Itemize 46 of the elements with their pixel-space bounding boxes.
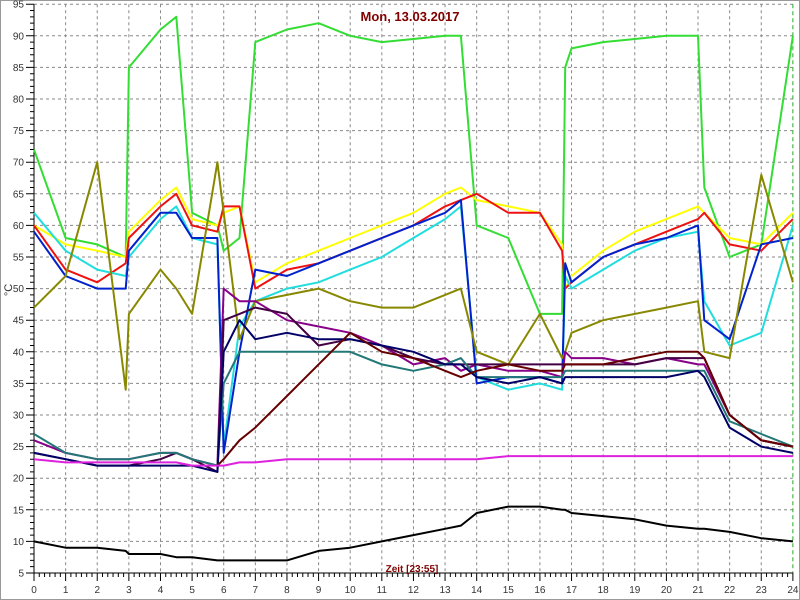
x-tick-label: 4	[158, 585, 164, 596]
y-tick-label: 90	[12, 31, 24, 42]
y-tick-label: 20	[12, 474, 24, 485]
x-tick-label: 19	[629, 585, 640, 596]
x-tick-label: 10	[344, 585, 356, 596]
x-tick-label: 15	[502, 585, 514, 596]
x-tick-label: 24	[787, 585, 798, 596]
y-tick-label: 40	[12, 347, 24, 358]
y-tick-label: 95	[12, 0, 24, 11]
y-tick-label: 60	[12, 220, 24, 232]
x-tick-label: 13	[440, 585, 451, 596]
x-axis-label: Zeit [23:55]	[386, 564, 438, 575]
y-tick-label: 5	[18, 568, 24, 580]
x-tick-label: 18	[598, 585, 609, 596]
y-tick-label: 50	[12, 284, 24, 296]
x-tick-label: 6	[220, 585, 226, 596]
x-tick-label: 3	[126, 585, 132, 596]
x-tick-label: 20	[660, 585, 672, 596]
x-tick-label: 12	[408, 585, 419, 596]
x-tick-label: 8	[284, 585, 290, 596]
y-tick-label: 80	[12, 94, 24, 106]
x-tick-label: 0	[31, 585, 37, 596]
y-tick-label: 45	[12, 316, 24, 327]
x-tick-label: 9	[316, 585, 322, 596]
y-tick-label: 30	[12, 410, 24, 422]
x-tick-label: 11	[376, 585, 388, 596]
y-tick-label: 15	[12, 505, 24, 516]
y-tick-label: 70	[12, 158, 24, 169]
x-tick-label: 22	[724, 585, 736, 596]
x-tick-label: 14	[471, 585, 482, 596]
chart-title: Mon, 13.03.2017	[360, 9, 460, 24]
x-tick-label: 5	[189, 585, 195, 596]
y-tick-label: 55	[12, 252, 24, 264]
y-tick-label: 75	[12, 126, 24, 138]
x-tick-label: 17	[566, 585, 578, 596]
x-tick-label: 2	[94, 585, 100, 596]
x-tick-label: 16	[534, 585, 546, 596]
x-tick-label: 23	[756, 585, 767, 596]
y-tick-label: 65	[12, 189, 24, 200]
y-tick-label: 85	[12, 62, 24, 74]
y-tick-label: 35	[12, 378, 24, 390]
y-tick-label: 10	[12, 536, 24, 548]
y-tick-label: 25	[12, 442, 24, 454]
x-tick-label: 21	[692, 585, 704, 596]
x-tick-label: 7	[252, 585, 258, 596]
x-tick-label: 1	[62, 585, 68, 596]
